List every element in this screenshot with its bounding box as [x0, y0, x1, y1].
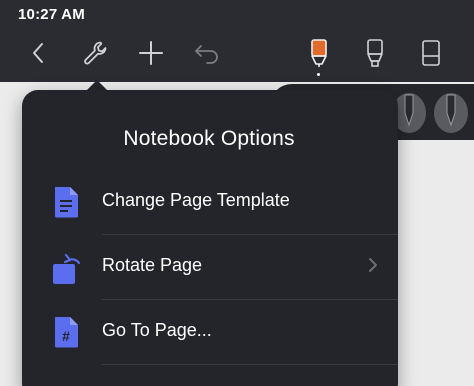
selected-tool-indicator: [317, 73, 320, 76]
page-template-icon: [52, 186, 80, 218]
menu-item-go-to-page[interactable]: # Go To Page...: [22, 300, 398, 364]
svg-text:#: #: [62, 328, 70, 344]
menu-item-change-page-template[interactable]: Change Page Template: [22, 170, 398, 234]
menu-item-label: Change Page Template: [102, 190, 290, 210]
menu-item-label: Go To Page...: [102, 320, 212, 340]
menu-item-rotate-page[interactable]: Rotate Page: [22, 235, 398, 299]
highlighter-tool-icon[interactable]: [358, 36, 392, 70]
wrench-icon[interactable]: [78, 36, 112, 70]
go-to-page-icon: #: [52, 316, 80, 348]
plus-icon[interactable]: [134, 36, 168, 70]
rotate-page-icon: [52, 251, 81, 284]
pen-tool-icon[interactable]: [302, 36, 336, 70]
top-toolbar: 10:27 AM: [0, 0, 474, 82]
menu-item-label: Rotate Page: [102, 255, 203, 275]
status-time: 10:27 AM: [18, 6, 85, 23]
popover-title: Notebook Options: [123, 127, 295, 150]
eraser-tool-icon[interactable]: [414, 36, 448, 70]
chevron-right-icon: [366, 255, 380, 275]
back-chevron-icon[interactable]: [21, 36, 55, 70]
undo-icon[interactable]: [190, 36, 224, 70]
pen-preset-icon[interactable]: [434, 93, 468, 133]
divider: [102, 364, 398, 365]
